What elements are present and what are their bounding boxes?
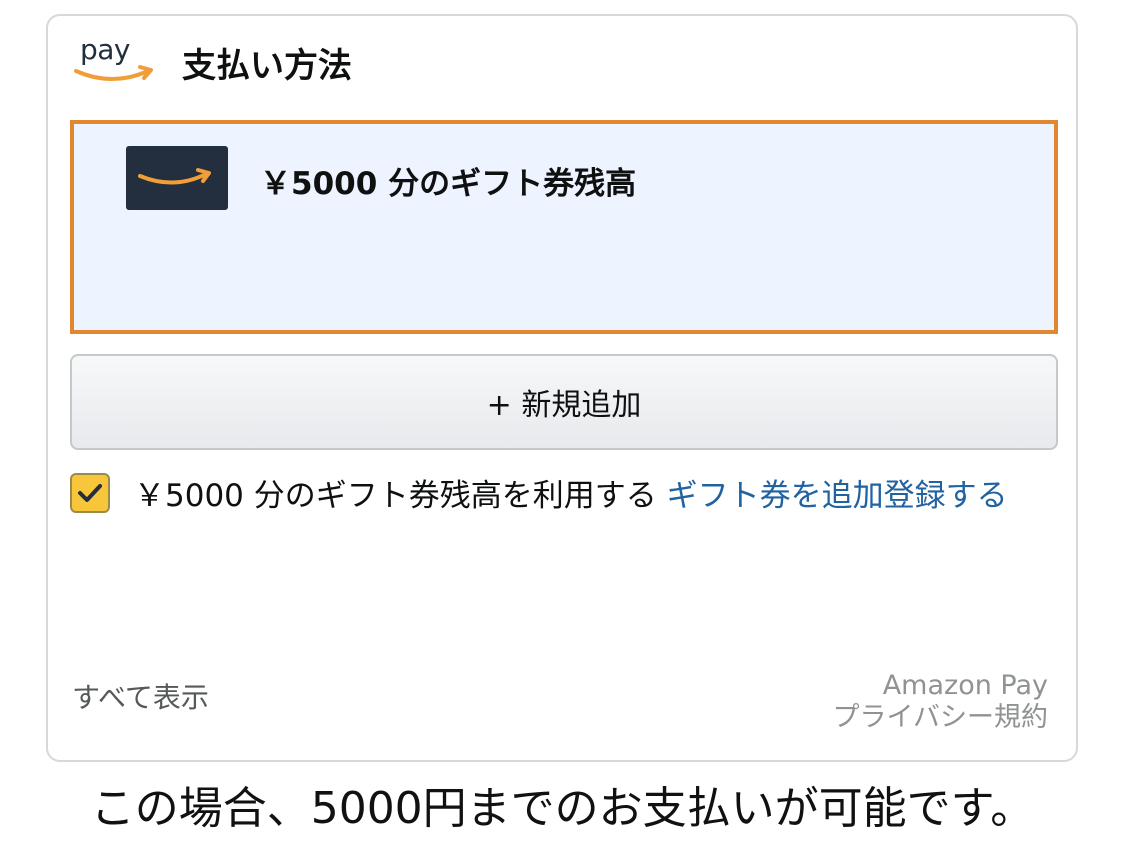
card-header: pay 支払い方法 [72,32,352,92]
selected-payment-label: ￥5000 分のギフト券残高 [260,166,637,202]
pay-logo-text: pay [80,33,131,66]
page-title: 支払い方法 [182,45,352,86]
checkmark-icon [78,484,102,502]
add-gift-card-link[interactable]: ギフト券を追加登録する [667,478,1008,514]
caption-text: この場合、5000円までのお支払いが可能です。 [90,783,1035,834]
privacy-policy-link[interactable]: Amazon Pay プライバシー規約 [833,670,1048,734]
amazon-pay-logo: pay [72,33,162,91]
selected-payment-option[interactable]: ￥5000 分のギフト券残高 [70,120,1058,334]
gift-card-icon [126,146,228,210]
payment-method-card: pay 支払い方法 ￥5000 分のギフト券残高 + 新規追加 ￥5000 分の… [46,14,1078,762]
gift-balance-label: ￥5000 分のギフト券残高を利用する [134,478,657,514]
gift-balance-checkbox[interactable] [70,473,110,513]
privacy-line-policy: プライバシー規約 [832,702,1048,733]
amazon-smile-icon [138,168,211,185]
add-new-payment-button[interactable]: + 新規追加 [70,354,1058,450]
show-all-link[interactable]: すべて表示 [72,676,209,716]
amazon-smile-icon [74,65,153,81]
privacy-line-brand: Amazon Pay [882,670,1048,701]
gift-balance-row: ￥5000 分のギフト券残高を利用する ギフト券を追加登録する [70,468,1050,524]
